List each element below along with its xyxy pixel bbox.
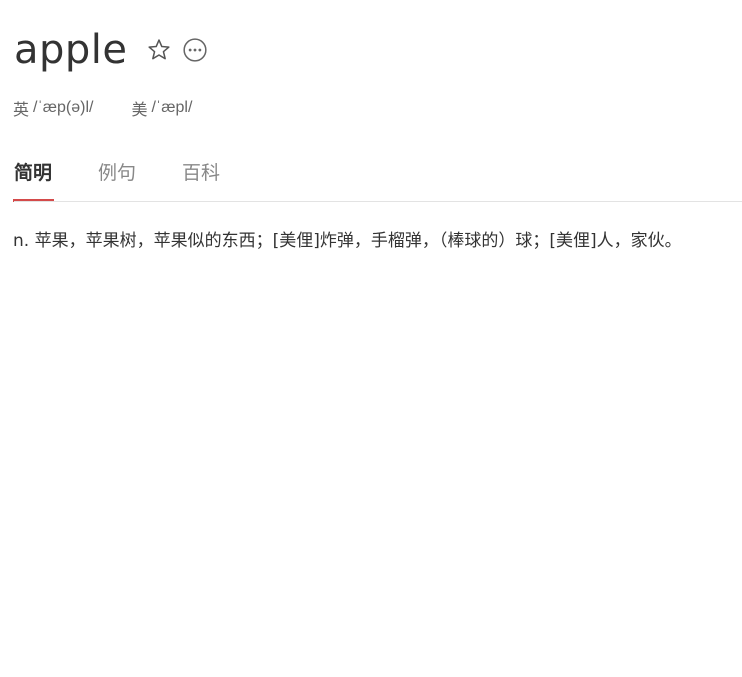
us-label: 美 (131, 100, 148, 119)
uk-pronunciation[interactable]: 英 /ˈæp(ə)l/ (13, 96, 93, 120)
us-pronunciation[interactable]: 美 /ˈæpl/ (131, 96, 192, 120)
tab-encyclopedia[interactable]: 百科 (182, 156, 220, 202)
headword: apple (14, 27, 128, 73)
entry-header: apple (14, 22, 210, 78)
uk-ipa: /ˈæp(ə)l/ (33, 99, 94, 116)
tab-divider (14, 201, 742, 202)
us-ipa: /ˈæpl/ (151, 99, 193, 116)
more-options-icon[interactable] (180, 35, 210, 65)
tab-concise[interactable]: 简明 (12, 156, 55, 202)
tab-bar: 简明 例句 百科 (12, 156, 266, 202)
tab-examples[interactable]: 例句 (98, 156, 136, 202)
favorite-star-icon[interactable] (144, 35, 174, 65)
uk-label: 英 (13, 100, 30, 119)
pronunciation-row: 英 /ˈæp(ə)l/ 美 /ˈæpl/ (13, 96, 192, 120)
definition-text: n. 苹果，苹果树，苹果似的东西；[美俚]炸弹，手榴弹，（棒球的）球；[美俚]人… (13, 231, 682, 251)
